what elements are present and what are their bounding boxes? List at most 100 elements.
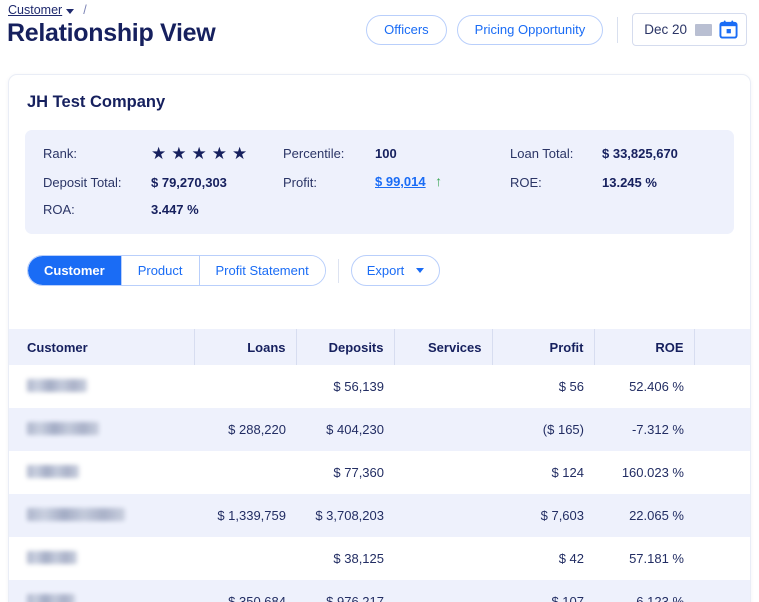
calendar-icon[interactable]	[719, 20, 738, 39]
cell-r: 0.6	[694, 580, 750, 602]
redacted-customer-name	[27, 421, 99, 435]
trend-up-icon: ↑	[435, 173, 443, 189]
roa-label: ROA:	[43, 202, 75, 217]
cell-loans	[194, 537, 296, 580]
chevron-down-icon	[416, 268, 425, 273]
deposit-total-value: $ 79,270,303	[151, 174, 227, 190]
cell-r	[694, 365, 750, 408]
cell-deposits: $ 976,217	[296, 580, 394, 602]
toolbar-divider	[617, 16, 619, 43]
cell-services	[394, 408, 492, 451]
date-picker-value: Dec 20	[644, 22, 687, 37]
cell-deposits: $ 404,230	[296, 408, 394, 451]
column-header-deposits[interactable]: Deposits	[296, 329, 395, 365]
redacted-customer-name	[27, 550, 77, 564]
cell-customer[interactable]	[9, 365, 194, 408]
cell-profit: $ 42	[492, 537, 594, 580]
customer-table: Customer Loans Deposits Services Profit …	[9, 329, 750, 602]
breadcrumb: Customer /	[8, 3, 87, 17]
star-icon: ★	[171, 144, 187, 163]
cell-loans: $ 1,339,759	[194, 494, 296, 537]
table-row[interactable]: $ 77,360 $ 124 160.023 %	[9, 451, 750, 494]
deposit-total-label: Deposit Total:	[43, 174, 122, 190]
cell-roe: 57.181 %	[594, 537, 694, 580]
profit-value-wrap: $ 99,014 ↑	[375, 173, 510, 191]
view-tabs-row: Customer Product Profit Statement Export	[27, 255, 750, 286]
percentile-value: 100	[375, 146, 397, 161]
export-button-label: Export	[366, 263, 405, 278]
star-icon: ★	[211, 144, 227, 163]
breadcrumb-separator: /	[83, 3, 87, 17]
cell-deposits: $ 3,708,203	[296, 494, 394, 537]
redacted-customer-name	[27, 378, 87, 392]
cell-profit: ($ 165)	[492, 408, 594, 451]
percentile-label: Percentile:	[283, 146, 345, 161]
rank-label: Rank:	[43, 146, 77, 161]
cell-roe: -7.312 %	[594, 408, 694, 451]
cell-loans	[194, 365, 296, 408]
roa-value: 3.447 %	[151, 202, 199, 217]
pricing-opportunity-button[interactable]: Pricing Opportunity	[456, 14, 604, 45]
loan-total-label: Loan Total:	[510, 146, 574, 161]
column-header-services[interactable]: Services	[394, 329, 493, 365]
breadcrumb-link-customer[interactable]: Customer	[8, 3, 62, 17]
cell-customer[interactable]	[9, 451, 194, 494]
cell-deposits: $ 77,360	[296, 451, 394, 494]
table-row[interactable]: $ 38,125 $ 42 57.181 %	[9, 537, 750, 580]
cell-customer[interactable]	[9, 408, 194, 451]
officers-button[interactable]: Officers	[366, 14, 447, 45]
column-header-roe[interactable]: ROE	[594, 329, 695, 365]
cell-roe: 160.023 %	[594, 451, 694, 494]
cell-r	[694, 537, 750, 580]
top-actions: Officers Pricing Opportunity Dec 20	[366, 13, 747, 46]
redacted-customer-name	[27, 464, 79, 478]
column-header-profit[interactable]: Profit	[492, 329, 595, 365]
redacted-customer-name	[27, 593, 75, 602]
tabs-divider	[337, 258, 339, 283]
cell-services	[394, 537, 492, 580]
star-icon: ★	[232, 144, 248, 163]
cell-customer[interactable]	[9, 580, 194, 602]
column-header-loans[interactable]: Loans	[194, 329, 297, 365]
cell-profit: $ 7,603	[492, 494, 594, 537]
top-bar: Customer / Relationship View Officers Pr…	[0, 0, 759, 62]
cell-services	[394, 451, 492, 494]
table-body: $ 56,139 $ 56 52.406 % $ 288,220 $ 404,230 ($…	[9, 365, 750, 602]
table-row[interactable]: $ 1,339,759$ 3,708,203 $ 7,60322.065 %6.6	[9, 494, 750, 537]
star-icon: ★	[151, 144, 167, 163]
redacted-date-block	[695, 23, 712, 36]
star-icon: ★	[191, 144, 207, 163]
export-button[interactable]: Export	[350, 255, 441, 286]
cell-roe: 6.123 %	[594, 580, 694, 602]
cell-customer[interactable]	[9, 537, 194, 580]
summary-stats-panel: Rank: ★ ★ ★ ★ ★ Percentile: 100 Loan Tot…	[25, 130, 734, 234]
cell-services	[394, 494, 492, 537]
cell-roe: 52.406 %	[594, 365, 694, 408]
tab-profit-statement[interactable]: Profit Statement	[199, 256, 325, 285]
redacted-customer-name	[27, 507, 125, 521]
view-tab-group: Customer Product Profit Statement	[27, 255, 326, 286]
relationship-view-page: Customer / Relationship View Officers Pr…	[0, 0, 759, 602]
cell-services	[394, 580, 492, 602]
cell-deposits: $ 38,125	[296, 537, 394, 580]
company-name: JH Test Company	[27, 93, 166, 111]
customer-table-container[interactable]: Customer Loans Deposits Services Profit …	[9, 329, 750, 602]
cell-r: -0.6	[694, 408, 750, 451]
column-header-customer[interactable]: Customer	[9, 329, 195, 365]
date-picker[interactable]: Dec 20	[632, 13, 747, 46]
cell-customer[interactable]	[9, 494, 194, 537]
roe-label: ROE:	[510, 174, 542, 190]
cell-r	[694, 451, 750, 494]
cell-r: 6.6	[694, 494, 750, 537]
cell-profit: $ 107	[492, 580, 594, 602]
table-row[interactable]: $ 288,220$ 404,230 ($ 165)-7.312 %-0.6	[9, 408, 750, 451]
column-header-r-truncated[interactable]: R	[694, 329, 750, 365]
cell-services	[394, 365, 492, 408]
table-row[interactable]: $ 56,139 $ 56 52.406 %	[9, 365, 750, 408]
tab-customer[interactable]: Customer	[28, 256, 122, 285]
tab-product[interactable]: Product	[121, 256, 200, 285]
caret-down-icon[interactable]	[66, 8, 75, 14]
profit-value-link[interactable]: $ 99,014	[375, 174, 426, 189]
cell-profit: $ 124	[492, 451, 594, 494]
table-row[interactable]: $ 350,684$ 976,217 $ 1076.123 %0.6	[9, 580, 750, 602]
